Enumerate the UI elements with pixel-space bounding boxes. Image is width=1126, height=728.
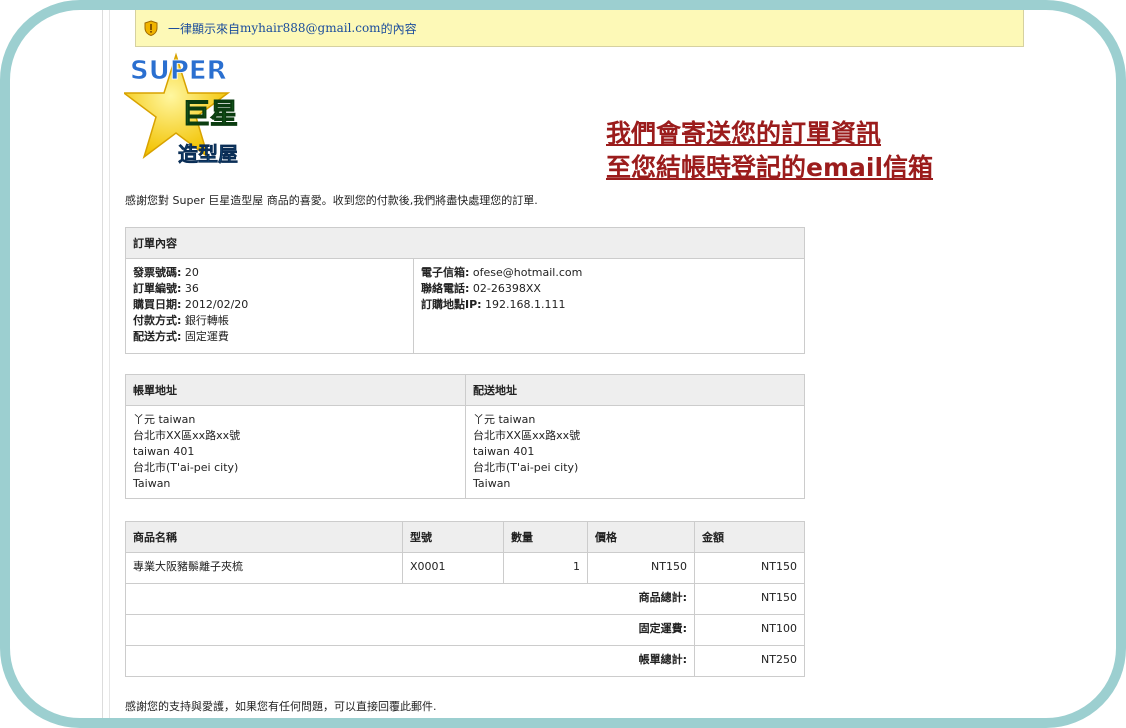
order-line: 購買日期: 2012/02/20: [133, 298, 249, 311]
items-table: 商品名稱 型號 數量 價格 金額 專業大阪豬鬃離子夾梳 X0001 1 NT15…: [125, 521, 805, 677]
notice-suffix: 的內容: [380, 21, 417, 36]
subtotal-label: 商品總計:: [125, 583, 695, 615]
total-row: 帳單總計: NT250: [125, 645, 805, 677]
address-table: 帳單地址 配送地址 丫元 taiwan 台北市XX區xx路xx號 taiwan …: [125, 374, 805, 499]
col-price: 價格: [587, 521, 695, 553]
order-left-cell: 發票號碼: 20 訂單編號: 36 購買日期: 2012/02/20 付款方式:…: [125, 258, 414, 354]
logo-bottom-text: 造型屋: [178, 142, 238, 166]
shipping-value: NT100: [694, 614, 805, 646]
shipping-address-header: 配送地址: [465, 374, 805, 406]
subtotal-value: NT150: [694, 583, 805, 615]
closing-text: 感謝您的支持與愛護，如果您有任何問題，可以直接回覆此郵件.: [125, 700, 437, 713]
subtotal-row: 商品總計: NT150: [125, 583, 805, 615]
order-line: 發票號碼: 20: [133, 266, 199, 279]
notice-prefix: 一律顯示來自: [168, 21, 241, 36]
order-right-cell: 電子信箱: ofese@hotmail.com 聯絡電話: 02-26398XX…: [413, 258, 805, 354]
intro-text: 感謝您對 Super 巨星造型屋 商品的喜愛。收到您的付款後,我們將盡快處理您的…: [125, 194, 538, 207]
col-model: 型號: [402, 521, 504, 553]
total-label: 帳單總計:: [125, 645, 695, 677]
billing-address-header: 帳單地址: [125, 374, 466, 406]
shipping-address: 丫元 taiwan 台北市XX區xx路xx號 taiwan 401 台北市(T'…: [465, 405, 805, 499]
item-qty: 1: [503, 552, 588, 584]
super-star-logo: SUPER 巨星 造型屋: [124, 52, 239, 166]
external-content-notice[interactable]: 一律顯示來自 myhair888@gmail.com 的內容: [135, 10, 1024, 47]
item-amount: NT150: [694, 552, 805, 584]
promo-message: 我們會寄送您的訂單資訊 至您結帳時登記的email信箱: [606, 117, 933, 185]
order-line: 電子信箱: ofese@hotmail.com: [421, 266, 583, 279]
order-line: 付款方式: 銀行轉帳: [133, 314, 229, 327]
content-divider: [102, 10, 103, 718]
col-amount: 金額: [694, 521, 805, 553]
order-details-table: 訂單內容 發票號碼: 20 訂單編號: 36 購買日期: 2012/02/20 …: [125, 227, 805, 354]
table-row: 專業大阪豬鬃離子夾梳 X0001 1 NT150 NT150: [125, 552, 805, 584]
promo-line-1: 我們會寄送您的訂單資訊: [606, 119, 882, 148]
content-divider-inner: [109, 10, 110, 718]
notice-email[interactable]: myhair888@gmail.com: [240, 21, 381, 35]
shield-icon: [144, 20, 158, 36]
item-model: X0001: [402, 552, 504, 584]
logo-super-text: SUPER: [130, 56, 227, 86]
logo-mid-text: 巨星: [182, 97, 238, 130]
shipping-row: 固定運費: NT100: [125, 614, 805, 646]
order-line: 訂購地點IP: 192.168.1.111: [421, 298, 566, 311]
order-line: 配送方式: 固定運費: [133, 330, 229, 343]
shipping-label: 固定運費:: [125, 614, 695, 646]
billing-address: 丫元 taiwan 台北市XX區xx路xx號 taiwan 401 台北市(T'…: [125, 405, 466, 499]
item-name: 專業大阪豬鬃離子夾梳: [125, 552, 403, 584]
total-value: NT250: [694, 645, 805, 677]
item-price: NT150: [587, 552, 695, 584]
col-qty: 數量: [503, 521, 588, 553]
promo-line-2: 至您結帳時登記的email信箱: [606, 153, 934, 182]
col-product-name: 商品名稱: [125, 521, 403, 553]
order-line: 聯絡電話: 02-26398XX: [421, 282, 541, 295]
order-line: 訂單編號: 36: [133, 282, 199, 295]
order-header: 訂單內容: [125, 227, 805, 259]
